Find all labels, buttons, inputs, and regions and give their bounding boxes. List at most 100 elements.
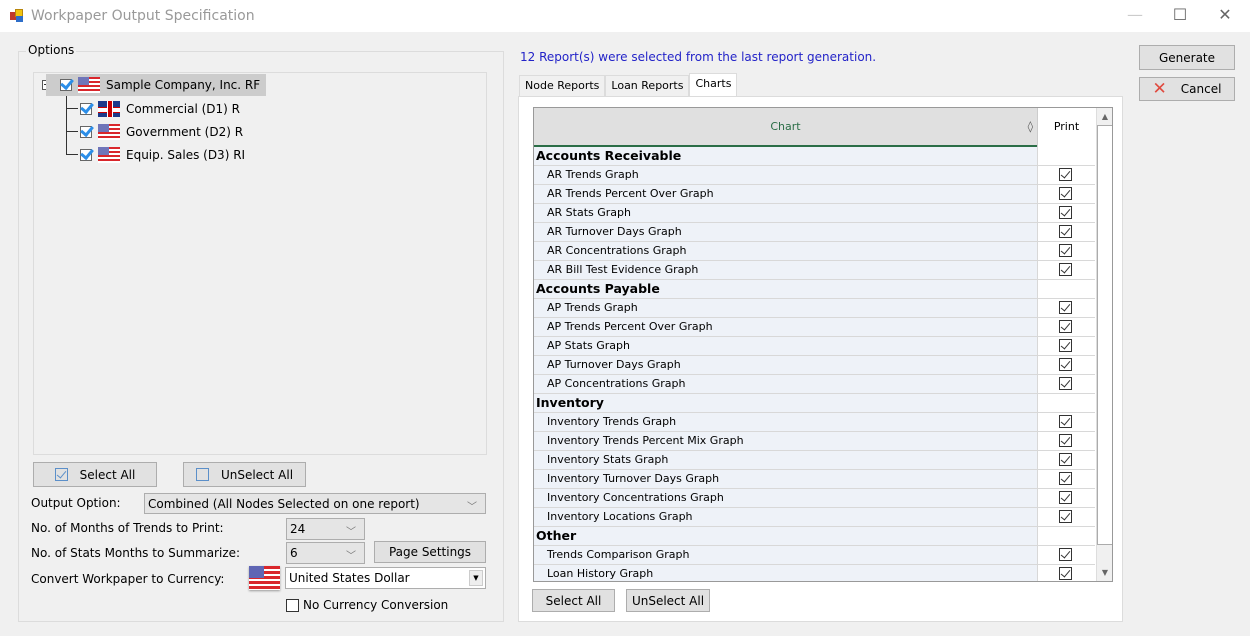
column-header-chart[interactable]: Chart ◊: [534, 108, 1037, 147]
us-flag-icon: [78, 77, 100, 93]
vertical-scrollbar[interactable]: ▲ ▼: [1096, 108, 1112, 581]
chart-name-cell[interactable]: AR Trends Graph: [534, 166, 1037, 184]
chart-name-cell[interactable]: AR Turnover Days Graph: [534, 223, 1037, 241]
chart-name-cell[interactable]: Inventory Locations Graph: [534, 508, 1037, 526]
print-checkbox[interactable]: [1059, 206, 1072, 219]
empty-box-icon: [195, 468, 209, 481]
print-checkbox[interactable]: [1059, 472, 1072, 485]
print-cell: [1037, 337, 1095, 355]
unselect-all-nodes-button[interactable]: UnSelect All: [183, 462, 306, 487]
print-checkbox[interactable]: [1059, 453, 1072, 466]
tree-node-government[interactable]: Government (D2) R: [80, 121, 243, 143]
dropdown-arrow-icon: ▼: [469, 570, 483, 586]
print-cell: [1037, 166, 1095, 184]
print-checkbox[interactable]: [1059, 244, 1072, 257]
table-row: AR Stats Graph: [534, 204, 1095, 223]
tab-node-reports[interactable]: Node Reports: [519, 75, 606, 96]
chart-name-cell[interactable]: AP Stats Graph: [534, 337, 1037, 355]
print-checkbox[interactable]: [1059, 339, 1072, 352]
print-checkbox[interactable]: [1059, 358, 1072, 371]
tree-node-commercial[interactable]: Commercial (D1) R: [80, 98, 240, 120]
chart-name-cell[interactable]: Inventory Stats Graph: [534, 451, 1037, 469]
no-currency-conversion-checkbox[interactable]: [286, 599, 299, 612]
chart-name-cell[interactable]: AP Concentrations Graph: [534, 375, 1037, 393]
scroll-thumb[interactable]: [1097, 125, 1112, 545]
checkbox-icon[interactable]: [80, 103, 92, 115]
check-icon: [54, 468, 68, 481]
table-row: AR Turnover Days Graph: [534, 223, 1095, 242]
chart-name-cell[interactable]: Inventory Trends Graph: [534, 413, 1037, 431]
print-checkbox[interactable]: [1059, 548, 1072, 561]
print-checkbox[interactable]: [1059, 187, 1072, 200]
close-button[interactable]: ✕: [1202, 0, 1248, 32]
print-checkbox[interactable]: [1059, 434, 1072, 447]
table-row: Inventory Stats Graph: [534, 451, 1095, 470]
button-label: Cancel: [1180, 82, 1222, 96]
chart-name-cell[interactable]: Trends Comparison Graph: [534, 546, 1037, 564]
generate-button[interactable]: Generate: [1139, 45, 1235, 70]
print-checkbox[interactable]: [1059, 510, 1072, 523]
chart-name-cell[interactable]: AR Stats Graph: [534, 204, 1037, 222]
tree-node-root[interactable]: Sample Company, Inc. RF: [46, 74, 267, 96]
chart-name-cell[interactable]: AR Concentrations Graph: [534, 242, 1037, 260]
maximize-button[interactable]: ☐: [1157, 0, 1203, 32]
chart-name-cell[interactable]: AR Bill Test Evidence Graph: [534, 261, 1037, 279]
select-all-nodes-button[interactable]: Select All: [33, 462, 157, 487]
print-cell: [1037, 565, 1095, 581]
print-cell: [1037, 223, 1095, 241]
select-value: 6: [290, 546, 298, 560]
print-checkbox[interactable]: [1059, 225, 1072, 238]
uk-flag-icon: [98, 101, 120, 117]
print-checkbox[interactable]: [1059, 263, 1072, 276]
print-checkbox[interactable]: [1059, 567, 1072, 580]
scroll-up-icon[interactable]: ▲: [1097, 108, 1112, 125]
print-checkbox[interactable]: [1059, 415, 1072, 428]
print-checkbox[interactable]: [1059, 301, 1072, 314]
chart-name-cell[interactable]: Inventory Concentrations Graph: [534, 489, 1037, 507]
currency-select[interactable]: United States Dollar ▼: [285, 567, 486, 589]
cancel-button[interactable]: ✕ Cancel: [1139, 77, 1235, 101]
sort-icon[interactable]: ◊: [1028, 108, 1033, 146]
group-label: Other: [534, 527, 1037, 545]
print-checkbox[interactable]: [1059, 491, 1072, 504]
table-row: Inventory Concentrations Graph: [534, 489, 1095, 508]
table-row: AP Trends Graph: [534, 299, 1095, 318]
scroll-down-icon[interactable]: ▼: [1097, 564, 1112, 581]
tree-node-equip-sales[interactable]: Equip. Sales (D3) RI: [80, 144, 245, 166]
print-checkbox[interactable]: [1059, 168, 1072, 181]
group-label: Accounts Receivable: [534, 147, 1037, 165]
chart-name-cell[interactable]: Loan History Graph: [534, 565, 1037, 581]
select-all-charts-button[interactable]: Select All: [532, 589, 615, 612]
chart-name-cell[interactable]: AP Trends Graph: [534, 299, 1037, 317]
currency-label: Convert Workpaper to Currency:: [31, 572, 225, 586]
chart-name-cell[interactable]: AP Trends Percent Over Graph: [534, 318, 1037, 336]
table-row: AP Turnover Days Graph: [534, 356, 1095, 375]
print-checkbox[interactable]: [1059, 377, 1072, 390]
unselect-all-charts-button[interactable]: UnSelect All: [626, 589, 710, 612]
print-cell: [1037, 375, 1095, 393]
trend-months-select[interactable]: 24 ﹀: [286, 518, 365, 540]
table-row: AP Concentrations Graph: [534, 375, 1095, 394]
output-option-select[interactable]: Combined (All Nodes Selected on one repo…: [144, 493, 486, 514]
stats-months-select[interactable]: 6 ﹀: [286, 542, 365, 564]
title-bar: Workpaper Output Specification — ☐ ✕: [0, 0, 1250, 32]
minimize-button[interactable]: —: [1112, 0, 1158, 32]
chart-name-cell[interactable]: AR Trends Percent Over Graph: [534, 185, 1037, 203]
print-checkbox[interactable]: [1059, 320, 1072, 333]
chart-name-cell[interactable]: Inventory Trends Percent Mix Graph: [534, 432, 1037, 450]
column-header-print[interactable]: Print: [1037, 108, 1095, 147]
print-cell: [1037, 470, 1095, 488]
checkbox-icon[interactable]: [80, 149, 92, 161]
tree-line: [66, 108, 78, 109]
print-cell: [1037, 280, 1095, 298]
tab-charts[interactable]: Charts: [689, 73, 738, 96]
button-label: UnSelect All: [220, 467, 294, 482]
page-settings-button[interactable]: Page Settings: [374, 541, 486, 563]
tab-loan-reports[interactable]: Loan Reports: [605, 75, 690, 96]
table-row: AR Trends Graph: [534, 166, 1095, 185]
chart-name-cell[interactable]: AP Turnover Days Graph: [534, 356, 1037, 374]
chart-name-cell[interactable]: Inventory Turnover Days Graph: [534, 470, 1037, 488]
print-cell: [1037, 432, 1095, 450]
checkbox-icon[interactable]: [80, 126, 92, 138]
checkbox-icon[interactable]: [60, 79, 72, 91]
